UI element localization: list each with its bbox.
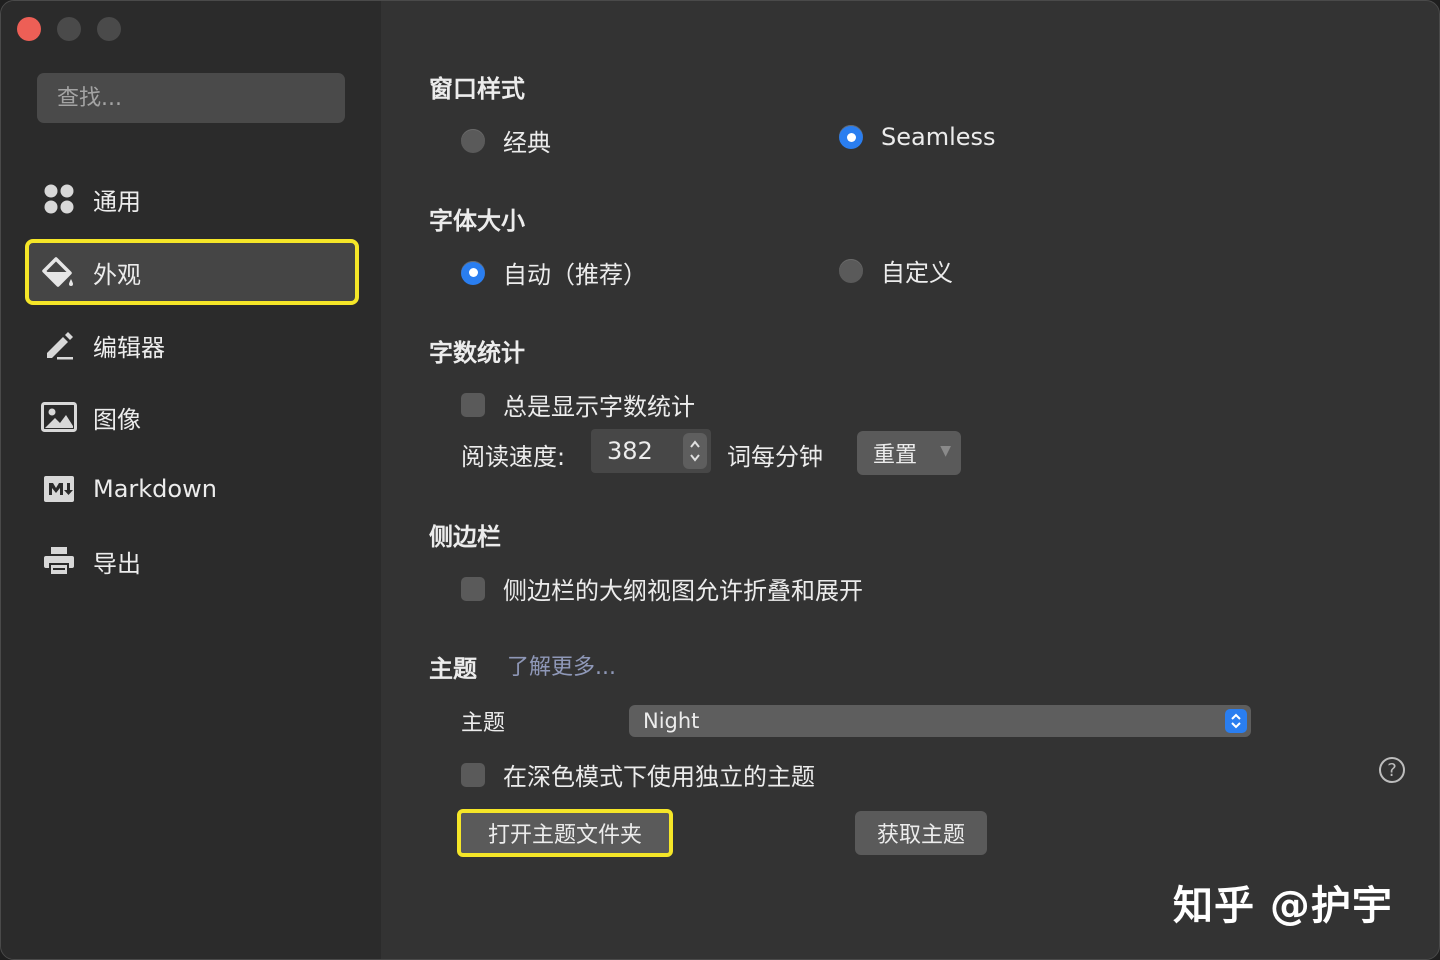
sidebar-item-label: 编辑器: [93, 333, 165, 362]
checkbox-box: [461, 576, 485, 601]
chevron-up-down-icon: [690, 440, 700, 462]
settings-panel: 窗口样式 经典 Seamless 字体大小 自动（推荐） 自定义 字数统计 总是…: [381, 1, 1439, 959]
outline-collapse-checkbox[interactable]: 侧边栏的大纲视图允许折叠和展开: [461, 571, 863, 606]
image-icon: [41, 399, 77, 435]
learn-more-link[interactable]: 了解更多...: [507, 649, 616, 681]
reset-label: 重置: [873, 443, 918, 468]
radio-circle: [839, 258, 863, 283]
sidebar: 通用 外观: [1, 1, 381, 959]
radio-classic[interactable]: 经典: [461, 123, 551, 158]
search-input[interactable]: [37, 73, 345, 123]
checkbox-box: [461, 762, 485, 787]
theme-select-value: Night: [643, 709, 700, 733]
checkbox-label: 侧边栏的大纲视图允许折叠和展开: [503, 577, 863, 605]
sidebar-item-general[interactable]: 通用: [25, 167, 359, 231]
always-show-word-count-checkbox[interactable]: 总是显示字数统计: [461, 387, 695, 422]
get-themes-button[interactable]: 获取主题: [855, 811, 987, 855]
open-theme-folder-button[interactable]: 打开主题文件夹: [457, 809, 673, 857]
reset-popup-button[interactable]: 重置 ▼: [857, 431, 961, 475]
zoom-window-button[interactable]: [97, 17, 121, 41]
dark-mode-theme-checkbox[interactable]: 在深色模式下使用独立的主题: [461, 757, 815, 792]
printer-icon: [41, 543, 77, 579]
paint-bucket-icon: [41, 254, 77, 290]
reading-speed-value: 382: [607, 437, 653, 465]
radio-circle: [461, 128, 485, 153]
help-icon[interactable]: ?: [1379, 757, 1405, 783]
sidebar-section-title: 侧边栏: [429, 523, 501, 551]
radio-auto[interactable]: 自动（推荐）: [461, 255, 647, 290]
sidebar-item-label: 图像: [93, 405, 141, 434]
sidebar-item-editor[interactable]: 编辑器: [25, 313, 359, 377]
preferences-window: 通用 外观: [0, 0, 1440, 960]
window-controls: [17, 17, 121, 41]
markdown-icon: [41, 471, 77, 507]
triangle-down-icon: ▼: [940, 443, 951, 459]
grid-icon: [41, 181, 77, 217]
radio-circle-selected: [839, 125, 863, 149]
help-glyph: ?: [1387, 759, 1397, 781]
radio-custom[interactable]: 自定义: [839, 253, 953, 288]
sidebar-nav: 通用 外观 编辑器 图像 Markdown 导出: [25, 167, 359, 601]
radio-label: Seamless: [881, 123, 996, 151]
pencil-icon: [41, 327, 77, 363]
sidebar-item-label: 外观: [93, 260, 141, 289]
theme-title: 主题: [429, 655, 477, 683]
reading-speed-label: 阅读速度:: [461, 443, 566, 471]
reading-speed-unit: 词每分钟: [727, 443, 823, 471]
minimize-window-button[interactable]: [57, 17, 81, 41]
sidebar-item-image[interactable]: 图像: [25, 385, 359, 449]
checkbox-box: [461, 392, 485, 417]
sidebar-item-label: 通用: [93, 187, 141, 216]
chevron-up-down-icon: [1231, 713, 1241, 729]
button-label: 打开主题文件夹: [487, 823, 642, 848]
radio-label: 自动（推荐）: [503, 261, 647, 289]
sidebar-item-export[interactable]: 导出: [25, 529, 359, 593]
checkbox-label: 在深色模式下使用独立的主题: [503, 763, 815, 791]
sidebar-item-markdown[interactable]: Markdown: [25, 457, 359, 521]
button-label: 获取主题: [876, 823, 965, 848]
sidebar-item-label: 导出: [93, 549, 141, 578]
select-arrows: [1225, 709, 1247, 733]
stepper-arrows[interactable]: [683, 433, 707, 469]
radio-label: 经典: [503, 129, 551, 157]
theme-select[interactable]: Night: [629, 705, 1251, 737]
checkbox-label: 总是显示字数统计: [503, 393, 695, 421]
radio-circle-selected: [461, 260, 485, 285]
font-size-title: 字体大小: [429, 207, 525, 235]
radio-seamless[interactable]: Seamless: [839, 123, 996, 151]
close-window-button[interactable]: [17, 17, 41, 41]
radio-label: 自定义: [881, 259, 953, 287]
word-count-title: 字数统计: [429, 339, 525, 367]
sidebar-item-label: Markdown: [93, 475, 217, 503]
reading-speed-stepper[interactable]: 382: [591, 429, 711, 473]
window-style-title: 窗口样式: [429, 75, 525, 103]
watermark: 知乎 @护宇: [1173, 883, 1393, 929]
theme-select-label: 主题: [461, 711, 506, 736]
sidebar-item-appearance[interactable]: 外观: [25, 239, 359, 305]
